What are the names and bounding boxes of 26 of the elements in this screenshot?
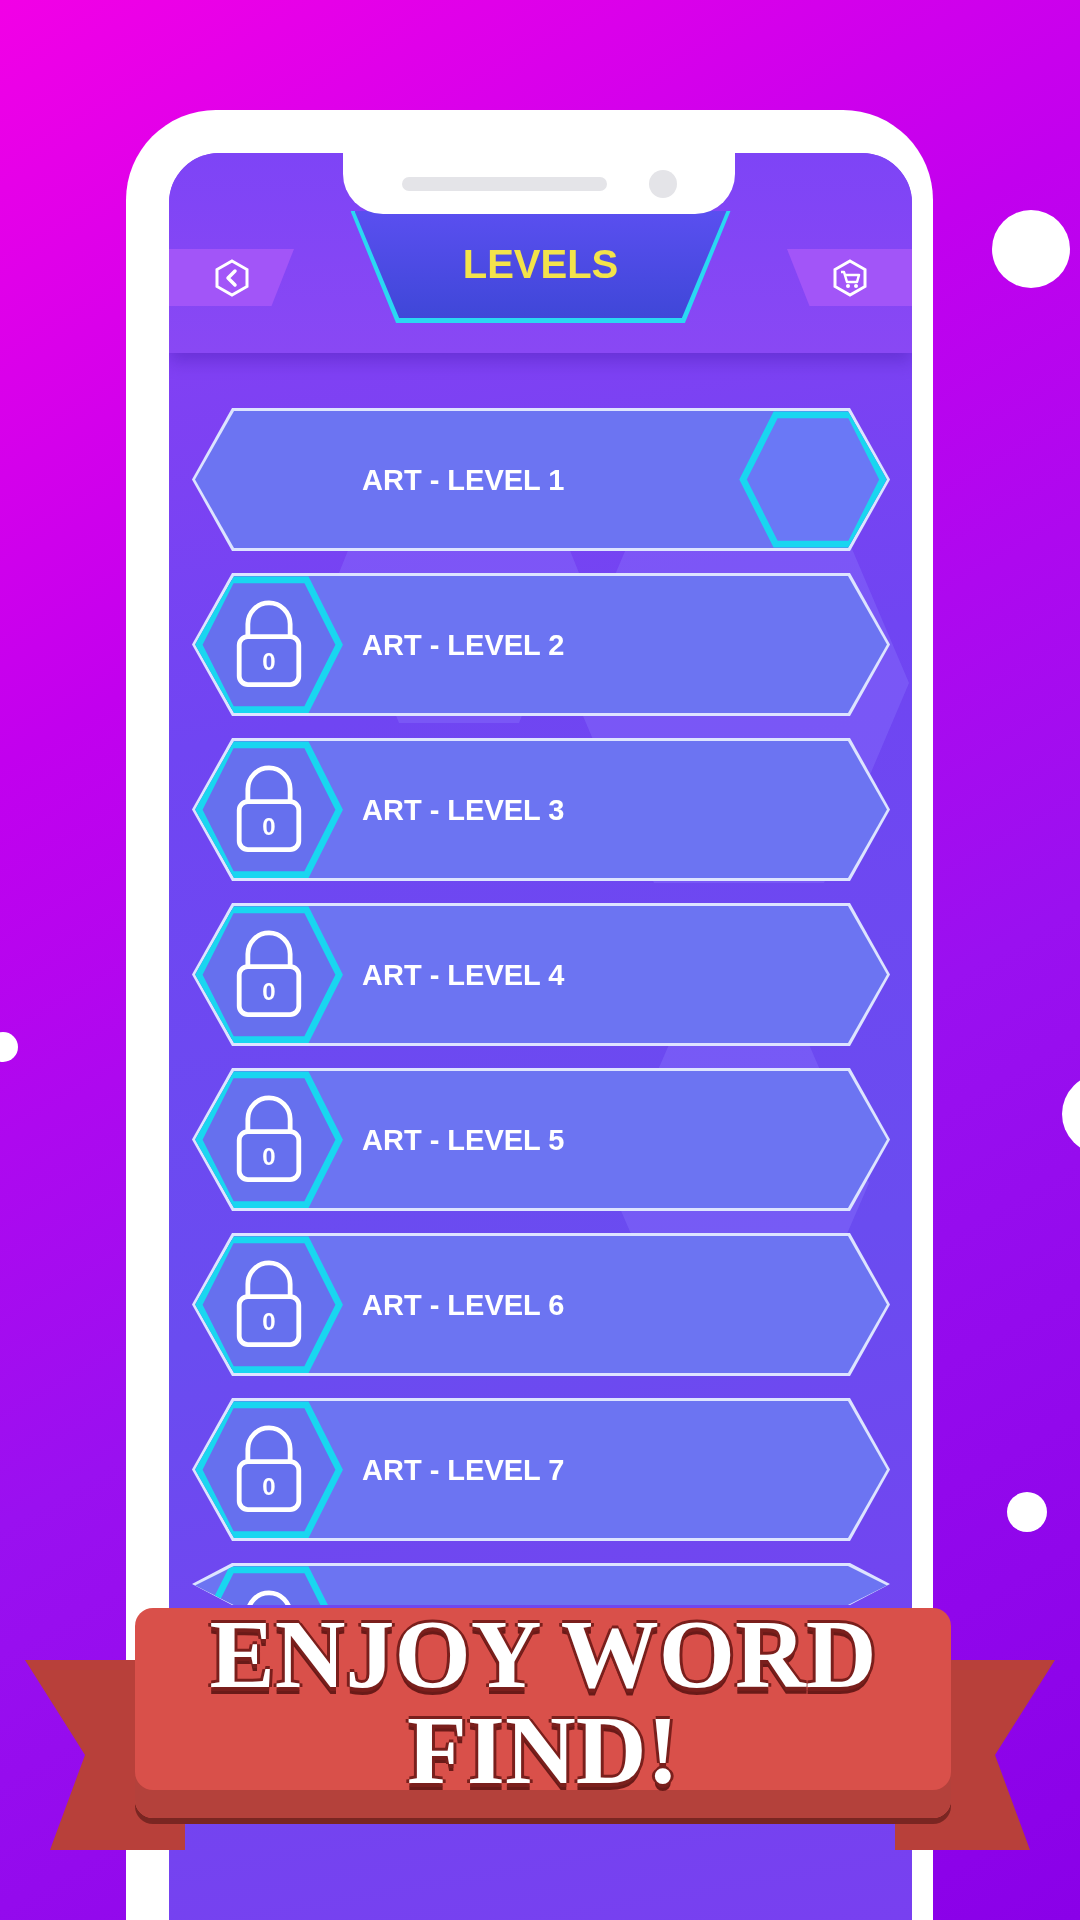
camera-dot — [648, 169, 677, 198]
lock-icon — [195, 1071, 343, 1208]
level-button[interactable]: 0 ART - LEVEL 5 — [192, 1068, 890, 1211]
shop-button[interactable] — [787, 249, 912, 306]
lock-icon — [195, 741, 343, 878]
level-button[interactable]: 0 ART - LEVEL 6 — [192, 1233, 890, 1376]
lock-count: 0 — [262, 1473, 276, 1501]
level-button[interactable]: 0 ART - LEVEL 2 — [192, 573, 890, 716]
lock-icon — [195, 576, 343, 713]
lock-count: 0 — [262, 1308, 276, 1336]
lock-icon — [195, 1401, 343, 1538]
lock-count: 0 — [262, 648, 276, 676]
circle-decoration — [1007, 1492, 1047, 1532]
level-button[interactable]: 0 ART - LEVEL 4 — [192, 903, 890, 1046]
lock-icon — [195, 1236, 343, 1373]
banner-text: ENJOY WORD FIND! — [208, 1606, 878, 1798]
lock-count: 0 — [262, 813, 276, 841]
lock-count: 0 — [262, 1143, 276, 1171]
lock-icon — [195, 906, 343, 1043]
screen-title: LEVELS — [462, 242, 619, 287]
lock-count: 0 — [262, 978, 276, 1006]
level-button[interactable]: 0 ART - LEVEL 3 — [192, 738, 890, 881]
back-button[interactable] — [169, 249, 294, 306]
hexagon-icon — [739, 411, 887, 548]
level-button[interactable]: 0 ART - LEVEL 7 — [192, 1398, 890, 1541]
level-button[interactable]: ART - LEVEL 1 — [192, 408, 890, 551]
